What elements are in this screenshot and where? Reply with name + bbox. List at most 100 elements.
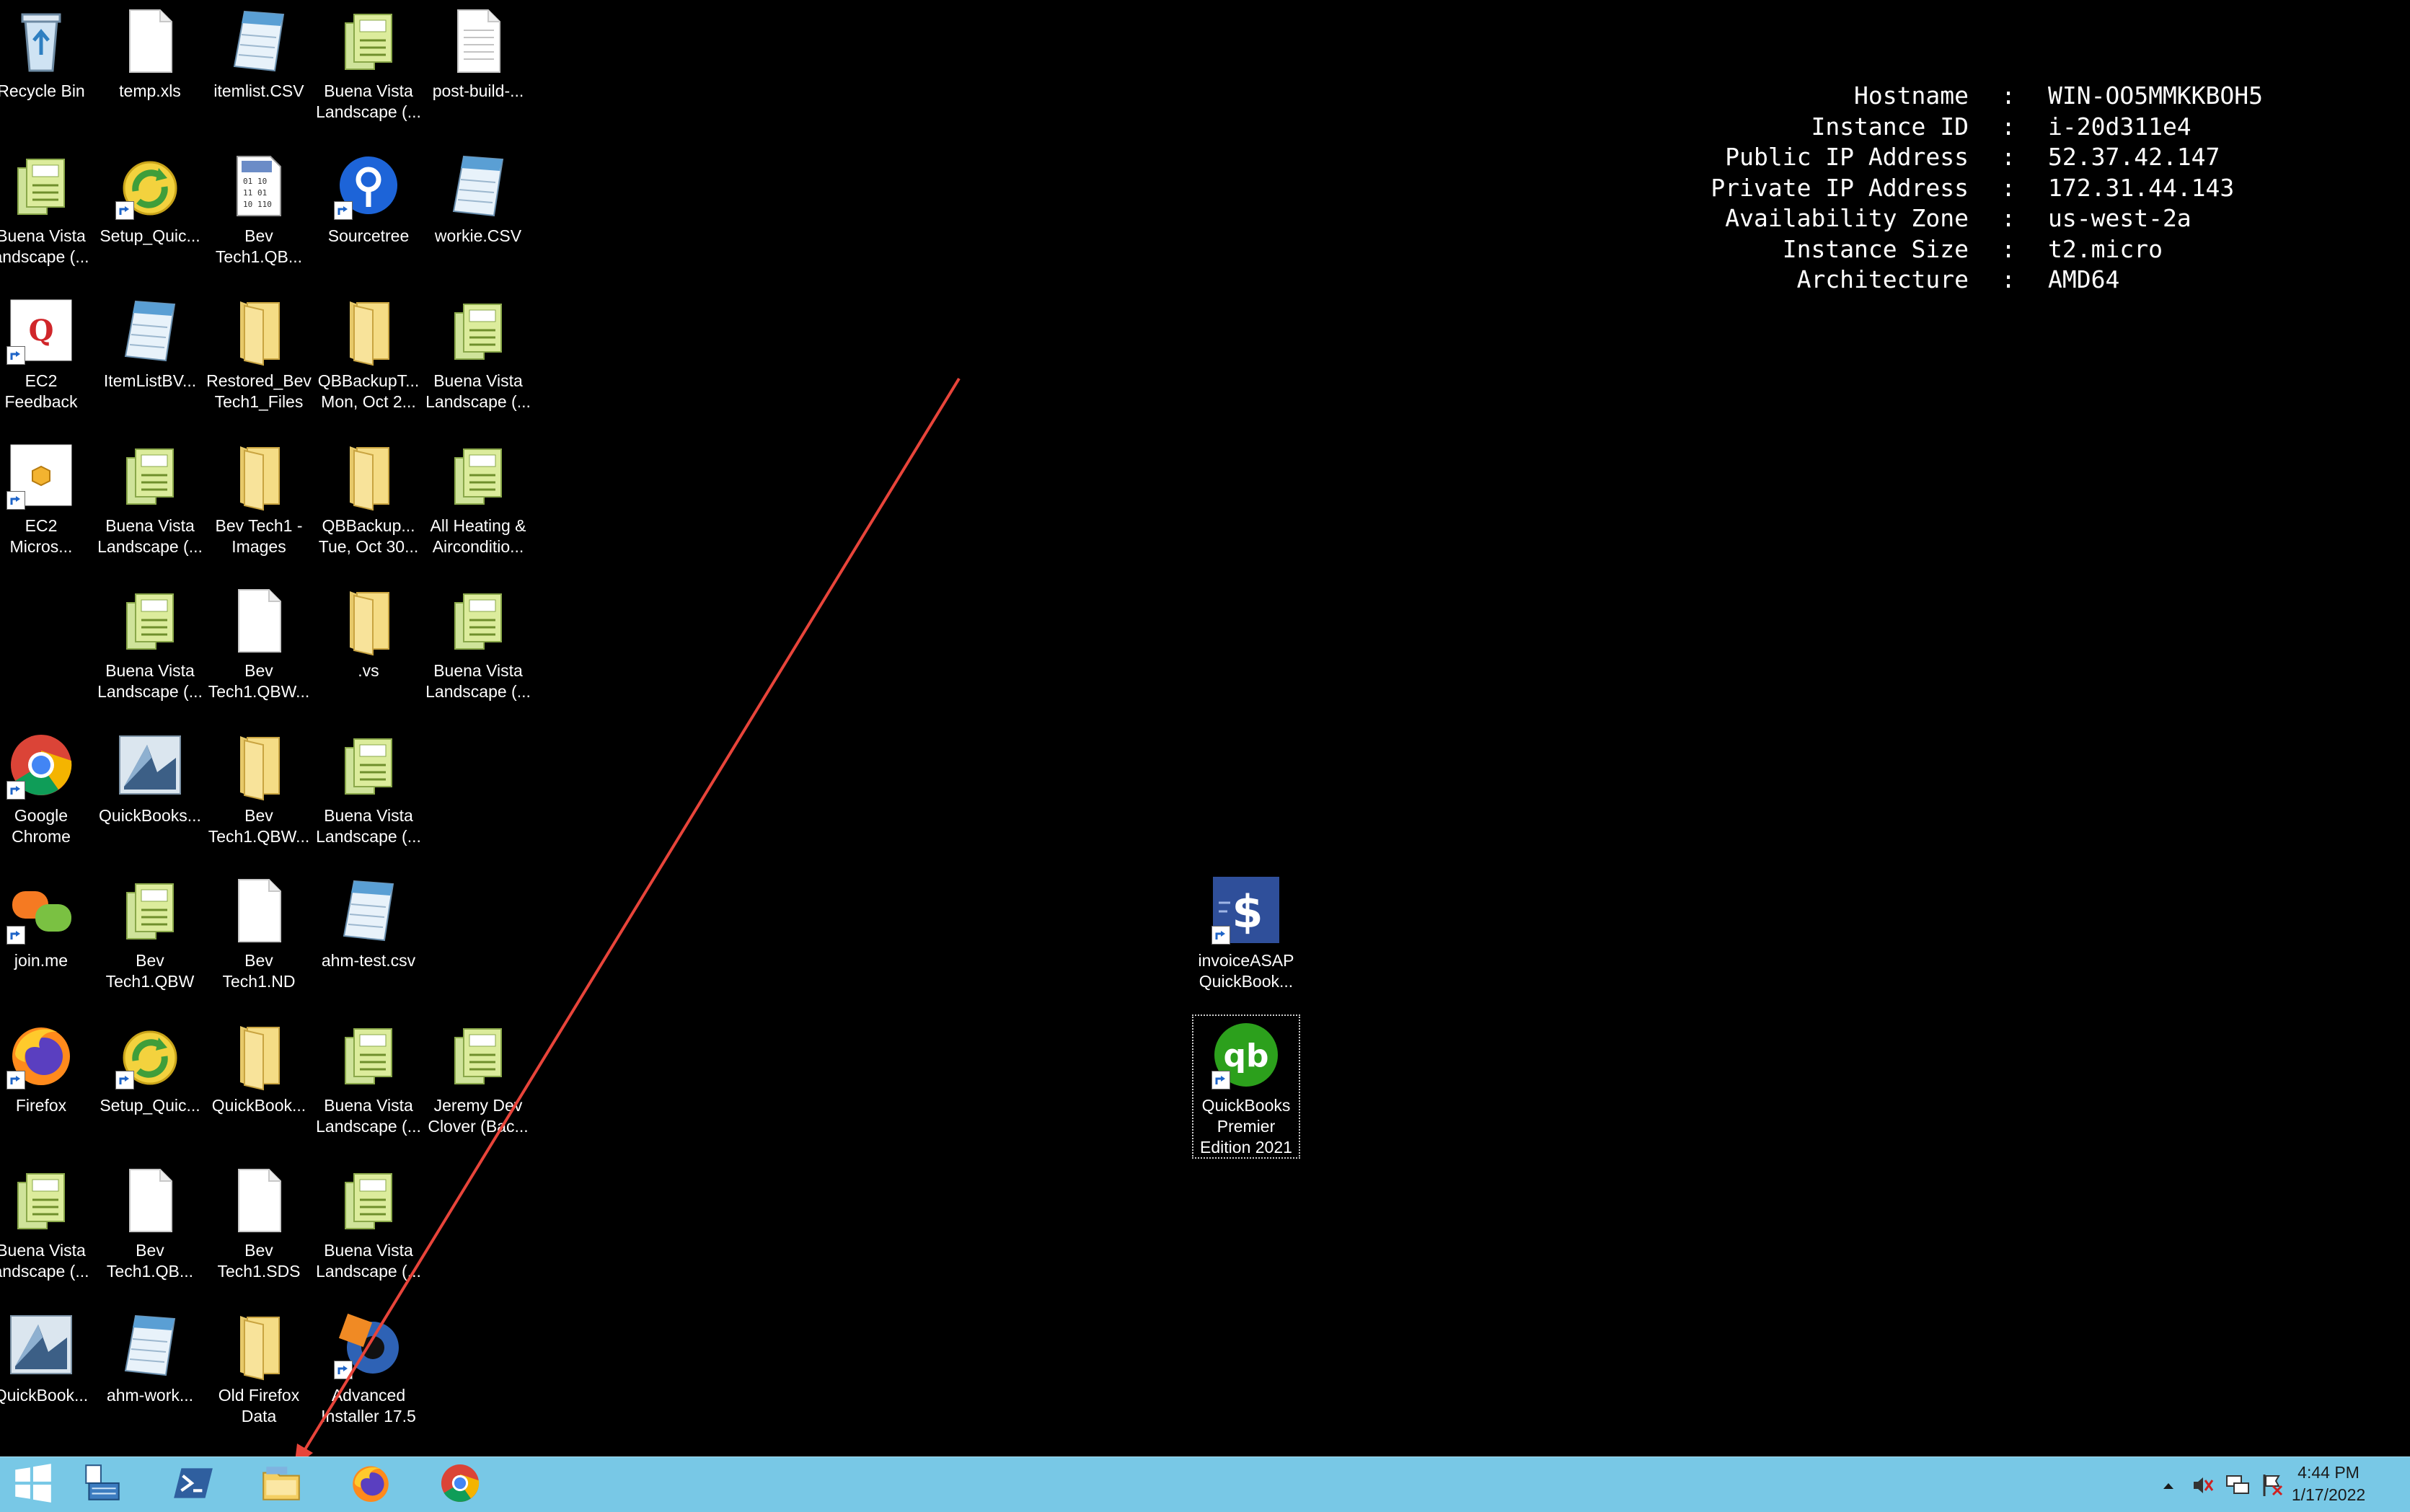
desktop-icon[interactable]: join.me — [0, 870, 95, 1014]
desktop-icon[interactable]: Bev Tech1 - Images — [205, 435, 313, 579]
desktop-icon[interactable]: Buena Vista Landscape (... — [96, 580, 204, 724]
desktop-icon-label: Buena Vista Landscape (... — [316, 1241, 421, 1281]
quickbooks-file-icon — [5, 149, 77, 221]
folder-icon — [332, 439, 405, 511]
clock-date: 1/17/2022 — [2291, 1485, 2366, 1504]
desktop-icon[interactable]: Bev Tech1.ND — [205, 870, 313, 1014]
desktop-icon[interactable]: All Heating & Airconditio... — [424, 435, 532, 579]
desktop-icon[interactable]: Recycle Bin — [0, 0, 95, 144]
desktop-icon[interactable]: 01 10 11 01 10 110 Bev Tech1.QB... — [205, 145, 313, 289]
folder-icon — [223, 1019, 295, 1091]
desktop-icon[interactable]: Buena Vista Landscape (... — [96, 435, 204, 579]
desktop-icon-label: .vs — [358, 661, 379, 680]
chrome-icon — [438, 1461, 482, 1509]
quickbooks-file-icon — [442, 439, 514, 511]
desktop-icon-label: ItemListBV... — [103, 371, 197, 390]
shortcut-arrow-icon — [6, 781, 25, 800]
ec2-feedback-icon: Q — [5, 294, 77, 366]
start-button[interactable] — [0, 1460, 66, 1509]
desktop-icon[interactable]: Restored_Bev Tech1_Files — [205, 290, 313, 434]
info-key: Architecture — [1796, 265, 1969, 293]
desktop-icon[interactable]: Firefox — [0, 1014, 95, 1159]
desktop-icon-label: Google Chrome — [12, 806, 71, 846]
desktop-icon[interactable]: Google Chrome — [0, 725, 95, 869]
shortcut-arrow-icon — [6, 491, 25, 510]
desktop-icon[interactable]: Bev Tech1.SDS — [205, 1159, 313, 1304]
desktop-icon[interactable]: Bev Tech1.QBW... — [205, 580, 313, 724]
desktop-icon-label: Bev Tech1.QBW — [105, 951, 195, 991]
desktop-icon[interactable]: Sourcetree — [314, 145, 423, 289]
network-tray[interactable] — [2224, 1472, 2251, 1499]
clock-time: 4:44 PM — [2298, 1463, 2360, 1482]
desktop-icon-label: Bev Tech1.QBW... — [208, 661, 310, 701]
desktop-icon[interactable]: QBBackupT... Mon, Oct 2... — [314, 290, 423, 434]
desktop-icon[interactable]: Buena Vista Landscape (... — [424, 290, 532, 434]
desktop-icon[interactable]: Buena Vista Landscape (... — [314, 1159, 423, 1304]
shortcut-arrow-icon — [334, 201, 353, 220]
desktop-icon[interactable]: ItemListBV... — [96, 290, 204, 434]
desktop-icon[interactable]: EC2 Micros... — [0, 435, 95, 579]
desktop-icon-label: Buena Vista Landscape (... — [425, 371, 531, 411]
desktop-icon[interactable]: Bev Tech1.QB... — [96, 1159, 204, 1304]
desktop-icon[interactable]: Old Firefox Data — [205, 1304, 313, 1449]
powershell-button[interactable] — [160, 1460, 226, 1509]
desktop-icon[interactable]: temp.xls — [96, 0, 204, 144]
desktop-icon-label: Buena Vista Landscape (... — [316, 1096, 421, 1136]
desktop-icon[interactable]: QuickBooks... — [96, 725, 204, 869]
notepad-file-icon — [332, 874, 405, 946]
desktop-icon[interactable]: Buena Vista Landscape (... — [314, 725, 423, 869]
desktop-icon[interactable]: ahm-work... — [96, 1304, 204, 1449]
desktop-icon[interactable]: workie.CSV — [424, 145, 532, 289]
desktop-icon[interactable]: itemlist.CSV — [205, 0, 313, 144]
desktop-icon[interactable]: Bev Tech1.QBW — [96, 870, 204, 1014]
desktop-icon[interactable]: QuickBook... — [205, 1014, 313, 1159]
desktop-icon-label: Buena Vista Landscape (... — [425, 661, 531, 701]
desktop-icon-label: Buena Vista Landscape (... — [316, 806, 421, 846]
setup-installer-icon — [114, 149, 186, 221]
desktop-icon[interactable]: Setup_Quic... — [96, 145, 204, 289]
desktop-icon-label: QBBackup... Tue, Oct 30... — [318, 516, 419, 556]
desktop-icon[interactable]: Bev Tech1.QBW... — [205, 725, 313, 869]
firefox-taskbar-button[interactable] — [337, 1460, 404, 1509]
desktop-icon[interactable]: Buena Vista Landscape (... — [314, 1014, 423, 1159]
svg-text:01: 01 — [257, 188, 267, 198]
desktop-icon-label: Setup_Quic... — [100, 1096, 200, 1115]
desktop-icon[interactable]: ahm-test.csv — [314, 870, 423, 1014]
desktop-icon[interactable]: Q EC2 Feedback — [0, 290, 95, 434]
desktop-icon[interactable]: QBBackup... Tue, Oct 30... — [314, 435, 423, 579]
desktop-icon[interactable]: Buena Vista andscape (... — [0, 145, 95, 289]
desktop-icon-label: Recycle Bin — [0, 81, 85, 100]
desktop-icon[interactable]: qb QuickBooks Premier Edition 2021 — [1192, 1014, 1300, 1159]
desktop-icon[interactable]: Buena Vista Landscape (... — [314, 0, 423, 144]
svg-text:10: 10 — [257, 177, 267, 186]
desktop-icon-label: Firefox — [15, 1096, 67, 1115]
speaker-muted-icon — [2189, 1477, 2217, 1502]
desktop-icon-label: Bev Tech1.QB... — [106, 1241, 194, 1281]
desktop-icon[interactable]: post-build-... — [424, 0, 532, 144]
info-key: Instance Size — [1782, 234, 1969, 263]
system-clock[interactable]: 4:44 PM 1/17/2022 — [2267, 1462, 2390, 1506]
info-separator: : — [2001, 81, 2016, 110]
chrome-taskbar-button[interactable] — [427, 1460, 493, 1509]
file-explorer-button[interactable] — [248, 1460, 314, 1509]
recycle-bin-icon — [5, 4, 77, 76]
desktop-icon[interactable]: $ invoiceASAP QuickBook... — [1192, 870, 1300, 1014]
desktop-icon[interactable]: Buena Vista Landscape (... — [424, 580, 532, 724]
quickbooks-file-icon — [442, 584, 514, 656]
desktop-icon-label: Buena Vista andscape (... — [0, 226, 89, 266]
desktop-icon-label: All Heating & Airconditio... — [430, 516, 526, 556]
show-hidden-icons-button[interactable] — [2155, 1472, 2182, 1499]
volume-muted-tray[interactable] — [2189, 1472, 2217, 1499]
server-manager-button[interactable] — [69, 1460, 136, 1509]
desktop-icon-label: invoiceASAP QuickBook... — [1198, 951, 1294, 991]
desktop-icon[interactable]: Jeremy Dev Clover (Bac... — [424, 1014, 532, 1159]
instance-info-row: Private IP Address: 172.31.44.143 — [1666, 173, 2263, 204]
desktop-icon-label: QuickBooks Premier Edition 2021 — [1200, 1096, 1292, 1157]
desktop-icon[interactable]: QuickBook... — [0, 1304, 95, 1449]
joinme-icon — [5, 874, 77, 946]
desktop-icon[interactable]: Buena Vista andscape (... — [0, 1159, 95, 1304]
quickbooks-file-icon — [114, 874, 186, 946]
desktop-icon[interactable]: Setup_Quic... — [96, 1014, 204, 1159]
desktop-icon[interactable]: .vs — [314, 580, 423, 724]
desktop-icon[interactable]: Advanced Installer 17.5 — [314, 1304, 423, 1449]
